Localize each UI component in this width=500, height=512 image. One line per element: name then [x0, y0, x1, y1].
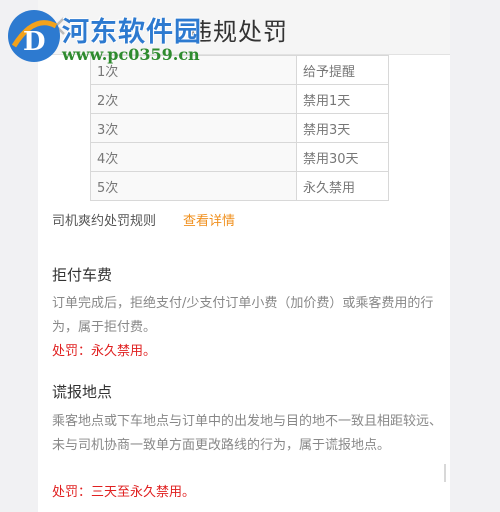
watermark-url: www.pc0359.cn — [62, 45, 200, 64]
penalty-value: 永久禁用 — [296, 171, 389, 201]
section-heading-refuse-fare: 拒付车费 — [52, 266, 113, 284]
section-penalty-refuse-fare: 处罚：永久禁用。 — [52, 344, 157, 359]
table-row: 2次 禁用1天 — [90, 84, 389, 114]
table-row: 5次 永久禁用 — [90, 171, 389, 201]
penalty-value: 禁用30天 — [296, 142, 389, 172]
table-row: 4次 禁用30天 — [90, 142, 389, 172]
page-title: 违规处罚 — [188, 18, 288, 46]
violation-count: 3次 — [90, 113, 297, 143]
violation-count: 2次 — [90, 84, 297, 114]
violation-count: 5次 — [90, 171, 297, 201]
section-heading-false-location: 谎报地点 — [52, 383, 113, 401]
view-details-link[interactable]: 查看详情 — [183, 210, 235, 229]
scroll-edge-mark — [434, 464, 446, 482]
watermark-name: 河东软件园 — [62, 17, 202, 48]
penalty-table: 1次 给予提醒 2次 禁用1天 3次 禁用3天 4次 禁用30天 5次 永久禁用 — [90, 55, 389, 201]
section-penalty-false-location: 处罚：三天至永久禁用。 — [52, 485, 196, 500]
watermark-logo-icon: D — [4, 6, 64, 66]
penalty-value: 禁用3天 — [296, 113, 389, 143]
section-description-refuse-fare: 订单完成后，拒绝支付/少支付订单小费（加价费）或乘客费用的行为，属于拒付费。 — [52, 296, 434, 335]
penalty-value: 给予提醒 — [296, 55, 389, 85]
svg-text:D: D — [23, 27, 46, 57]
section-description-false-location: 乘客地点或下车地点与订单中的出发地与目的地不一致且相距较远、未与司机协商一致单方… — [52, 414, 443, 453]
rules-label: 司机爽约处罚规则 — [52, 214, 157, 229]
violation-count: 4次 — [90, 142, 297, 172]
table-row: 3次 禁用3天 — [90, 113, 389, 143]
penalty-value: 禁用1天 — [296, 84, 389, 114]
